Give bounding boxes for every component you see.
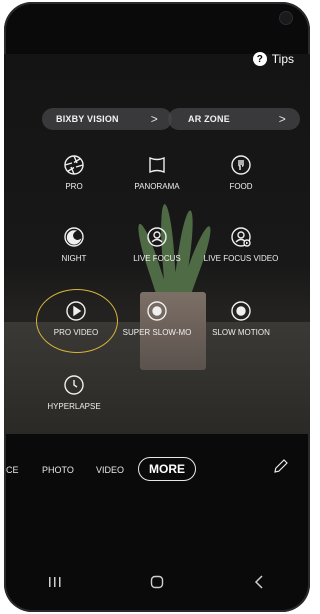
mode-label: LIVE FOCUS [133,254,181,263]
mode-slow-motion[interactable]: SLOW MOTION [195,298,287,337]
mode-label: PANORAMA [134,182,180,191]
moon-icon [61,224,87,250]
mode-label: FOOD [229,182,253,191]
live-focus-icon [144,224,170,250]
back-icon [254,575,263,589]
tips-label: Tips [271,52,294,66]
bixby-vision-button[interactable]: BIXBY VISION > [42,108,172,130]
tab-photo[interactable]: PHOTO [42,465,74,475]
recents-button[interactable] [35,570,75,594]
ar-zone-button[interactable]: AR ZONE > [168,108,300,130]
mode-label: LIVE FOCUS VIDEO [203,254,279,263]
system-nav-bar [4,562,310,602]
mode-night[interactable]: NIGHT [28,224,120,263]
tab-partial[interactable]: CE [6,465,19,475]
tips-button[interactable]: ? Tips [252,52,294,66]
front-camera [280,12,292,24]
mode-food[interactable]: FOOD [195,152,287,191]
tab-more[interactable]: MORE [138,457,196,481]
mode-live-focus-video[interactable]: LIVE FOCUS VIDEO [195,224,287,263]
mode-tab-bar: CE PHOTO VIDEO MORE [4,457,310,482]
mode-label: PRO [65,182,83,191]
mode-hyperlapse[interactable]: HYPERLAPSE [28,372,120,411]
mode-pro-video[interactable]: PRO VIDEO [30,298,122,337]
home-icon [150,575,164,589]
mode-label: PRO VIDEO [53,328,99,337]
phone-frame: ? Tips BIXBY VISION > AR ZONE > PRO PANO… [4,2,310,612]
aperture-icon [61,152,87,178]
ar-zone-label: AR ZONE [188,114,230,124]
chevron-right-icon: > [278,112,286,126]
food-icon [228,152,254,178]
mode-label: NIGHT [61,254,87,263]
mode-label: HYPERLAPSE [47,402,101,411]
bixby-vision-label: BIXBY VISION [56,114,119,124]
slow-motion-icon [228,298,254,324]
hyperlapse-icon [61,372,87,398]
home-button[interactable] [137,570,177,594]
super-slow-mo-icon [144,298,170,324]
mode-pro[interactable]: PRO [28,152,120,191]
mode-panorama[interactable]: PANORAMA [111,152,203,191]
live-focus-video-icon [228,224,254,250]
mode-label: SLOW MOTION [212,328,270,337]
recents-icon [49,577,61,587]
tab-video[interactable]: VIDEO [96,465,124,475]
mode-live-focus[interactable]: LIVE FOCUS [111,224,203,263]
play-icon [63,298,89,324]
panorama-icon [144,152,170,178]
back-button[interactable] [239,570,279,594]
mode-super-slow-mo[interactable]: SUPER SLOW-MO [111,298,203,337]
chevron-right-icon: > [150,112,158,126]
edit-pencil-icon[interactable] [272,457,290,475]
help-icon: ? [252,52,267,66]
mode-label: SUPER SLOW-MO [122,328,192,337]
